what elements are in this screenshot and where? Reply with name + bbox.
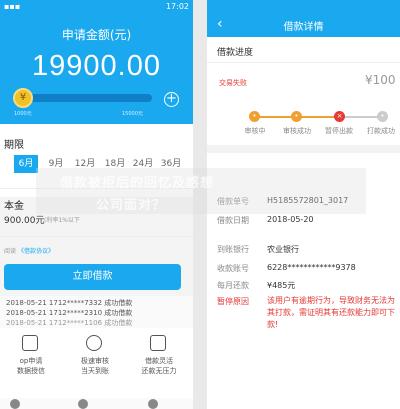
principal-label: 本金 — [4, 201, 24, 212]
agreement-prefix: 阅读 — [4, 248, 17, 255]
feature-fast-review: 极速审核 当天到账 — [64, 328, 126, 398]
step-label: 暂停出款 — [325, 127, 353, 135]
progress-connector — [297, 116, 337, 118]
transaction-status: 交易失败 — [219, 79, 247, 87]
step-failed-icon: × — [334, 111, 345, 122]
step-pending-icon: • — [377, 111, 388, 122]
divider — [0, 236, 193, 237]
apply-loan-button[interactable]: 立即借款 — [4, 264, 181, 290]
ticker-item: 2018-05-21 1712*****2310 成功借款 — [6, 309, 133, 317]
step-label: 打款成功 — [367, 127, 395, 135]
search-icon — [86, 335, 102, 351]
ticker-item: 2018-05-21 1712*****7332 成功借款 — [6, 299, 133, 307]
ticker-item: 2018-05-21 1712*****1106 成功借款 — [6, 319, 133, 327]
account-label: 收款账号 — [217, 264, 249, 273]
monthly-repay-value: ¥485元 — [267, 281, 296, 290]
divider — [207, 62, 400, 63]
tab-loan-icon[interactable] — [78, 399, 88, 409]
loan-agreement-link[interactable]: 《借款协议》 — [18, 248, 54, 255]
tab-home-icon[interactable] — [10, 399, 20, 409]
page-title: 借款详情 — [283, 22, 324, 33]
account-value: 6228************9378 — [267, 263, 356, 272]
feature-app-apply: op申请 数据授信 — [0, 328, 62, 398]
loan-ticker: 2018-05-21 1712*****7332 成功借款 2018-05-21… — [0, 296, 193, 328]
screenshot-root: ▪▪▪ 17:02 申请金额(元) 19900.00 ¥ + 1000元 150… — [0, 0, 400, 409]
feature-line: 数据授信 — [17, 367, 45, 375]
bank-label: 到账银行 — [217, 245, 249, 254]
feature-line: 极速审核 — [81, 357, 109, 365]
progress-label: 借款进度 — [217, 48, 254, 58]
feature-line: 借款灵活 — [145, 357, 173, 365]
loan-date-label: 借款日期 — [217, 216, 249, 225]
step-done-icon: • — [249, 111, 260, 122]
amount-title: 申请金额(元) — [61, 28, 132, 42]
feature-line: 当天到账 — [81, 367, 109, 375]
feature-strip: op申请 数据授信 极速审核 当天到账 借款灵活 还款无压力 — [0, 328, 193, 398]
principal-note: (利率1%以下 — [44, 217, 80, 224]
bank-value: 农业银行 — [267, 245, 299, 254]
loan-amount: 19900.00 — [32, 50, 161, 82]
tab-profile-icon[interactable] — [148, 399, 158, 409]
step-done-icon: • — [291, 111, 302, 122]
principal-value: 900.00元 — [4, 216, 45, 226]
progress-connector — [255, 116, 293, 118]
agreement-line: 阅读 《借款协议》 — [4, 246, 54, 255]
slider-thumb-yen-icon[interactable]: ¥ — [13, 88, 33, 108]
increase-amount-button[interactable]: + — [164, 92, 179, 107]
bottom-tab-bar — [0, 398, 193, 409]
amount-slider[interactable] — [18, 94, 152, 102]
step-label: 审核成功 — [283, 127, 311, 135]
section-gap — [207, 145, 400, 153]
feature-line: 还款无压力 — [141, 367, 177, 375]
slider-min-label: 1000元 — [14, 111, 32, 117]
step-label: 审核中 — [244, 127, 266, 135]
phone-icon — [22, 335, 38, 351]
loan-amount: ¥100 — [365, 73, 396, 87]
feature-line: op申请 — [19, 357, 43, 365]
watermark-line: 公司面对？ — [96, 198, 167, 213]
watermark-line: 借款被拒后的回忆及感想 — [60, 176, 215, 191]
pause-reason-label: 暂停原因 — [217, 297, 249, 306]
thumbs-up-icon — [150, 335, 166, 351]
term-option-6[interactable]: 6月 — [14, 155, 38, 173]
monthly-repay-label: 每月还款 — [217, 281, 249, 290]
loan-date-value: 2018-05-20 — [267, 215, 314, 224]
feature-flexible: 借款灵活 还款无压力 — [128, 328, 190, 398]
slider-max-label: 15000元 — [122, 111, 143, 117]
progress-connector — [341, 116, 381, 118]
term-label: 期限 — [4, 140, 24, 151]
pause-reason-text: 该用户有逾期行为，导致财务无法为其打款，需证明其有还款能力即可下款! — [267, 296, 395, 329]
clock: 17:02 — [165, 2, 189, 11]
signal-indicator: ▪▪▪ — [4, 2, 21, 11]
status-bar: ▪▪▪ 17:02 — [0, 0, 193, 14]
